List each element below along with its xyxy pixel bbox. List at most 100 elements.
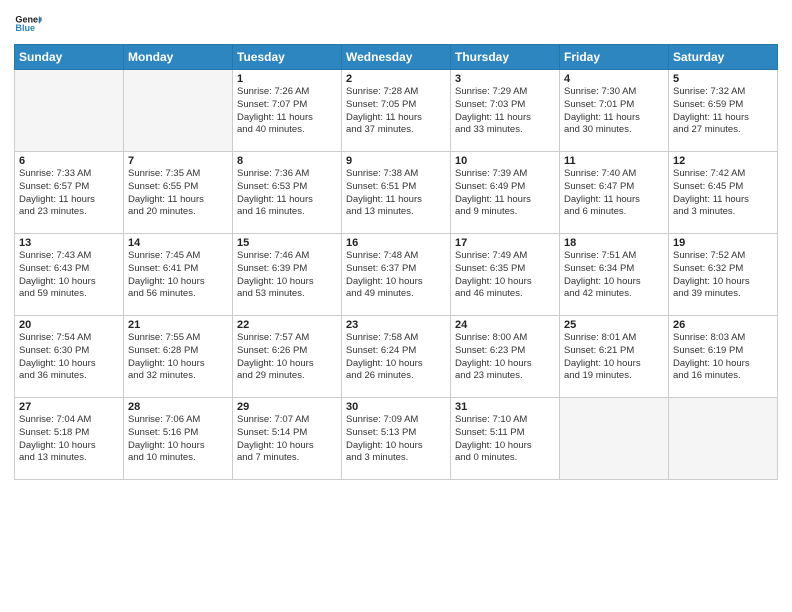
weekday-header-cell: Monday: [124, 45, 233, 70]
day-detail: Sunrise: 7:04 AM Sunset: 5:18 PM Dayligh…: [19, 414, 119, 465]
calendar-cell: 18Sunrise: 7:51 AM Sunset: 6:34 PM Dayli…: [560, 234, 669, 316]
day-number: 21: [128, 319, 228, 331]
day-number: 16: [346, 237, 446, 249]
day-number: 14: [128, 237, 228, 249]
calendar-cell: 21Sunrise: 7:55 AM Sunset: 6:28 PM Dayli…: [124, 316, 233, 398]
calendar-cell: 3Sunrise: 7:29 AM Sunset: 7:03 PM Daylig…: [451, 70, 560, 152]
day-number: 5: [673, 73, 773, 85]
day-detail: Sunrise: 7:09 AM Sunset: 5:13 PM Dayligh…: [346, 414, 446, 465]
weekday-header-cell: Sunday: [15, 45, 124, 70]
calendar-cell: 23Sunrise: 7:58 AM Sunset: 6:24 PM Dayli…: [342, 316, 451, 398]
day-detail: Sunrise: 7:45 AM Sunset: 6:41 PM Dayligh…: [128, 250, 228, 301]
calendar-body: 1Sunrise: 7:26 AM Sunset: 7:07 PM Daylig…: [15, 70, 778, 480]
weekday-header-cell: Tuesday: [233, 45, 342, 70]
calendar-cell: 12Sunrise: 7:42 AM Sunset: 6:45 PM Dayli…: [669, 152, 778, 234]
calendar-cell: 1Sunrise: 7:26 AM Sunset: 7:07 PM Daylig…: [233, 70, 342, 152]
day-detail: Sunrise: 7:26 AM Sunset: 7:07 PM Dayligh…: [237, 86, 337, 137]
calendar-table: SundayMondayTuesdayWednesdayThursdayFrid…: [14, 44, 778, 480]
weekday-header-cell: Thursday: [451, 45, 560, 70]
day-detail: Sunrise: 8:03 AM Sunset: 6:19 PM Dayligh…: [673, 332, 773, 383]
calendar-cell: 4Sunrise: 7:30 AM Sunset: 7:01 PM Daylig…: [560, 70, 669, 152]
day-detail: Sunrise: 7:33 AM Sunset: 6:57 PM Dayligh…: [19, 168, 119, 219]
day-detail: Sunrise: 7:35 AM Sunset: 6:55 PM Dayligh…: [128, 168, 228, 219]
day-detail: Sunrise: 7:39 AM Sunset: 6:49 PM Dayligh…: [455, 168, 555, 219]
calendar-cell: 27Sunrise: 7:04 AM Sunset: 5:18 PM Dayli…: [15, 398, 124, 480]
day-number: 31: [455, 401, 555, 413]
calendar-cell: 28Sunrise: 7:06 AM Sunset: 5:16 PM Dayli…: [124, 398, 233, 480]
day-detail: Sunrise: 7:57 AM Sunset: 6:26 PM Dayligh…: [237, 332, 337, 383]
logo-icon: General Blue: [14, 10, 42, 38]
day-number: 27: [19, 401, 119, 413]
calendar-cell: 8Sunrise: 7:36 AM Sunset: 6:53 PM Daylig…: [233, 152, 342, 234]
calendar-cell: 29Sunrise: 7:07 AM Sunset: 5:14 PM Dayli…: [233, 398, 342, 480]
calendar-cell: [124, 70, 233, 152]
day-number: 28: [128, 401, 228, 413]
day-number: 11: [564, 155, 664, 167]
day-number: 25: [564, 319, 664, 331]
logo: General Blue: [14, 10, 42, 38]
calendar-cell: [15, 70, 124, 152]
day-number: 4: [564, 73, 664, 85]
day-detail: Sunrise: 7:48 AM Sunset: 6:37 PM Dayligh…: [346, 250, 446, 301]
calendar-week-row: 13Sunrise: 7:43 AM Sunset: 6:43 PM Dayli…: [15, 234, 778, 316]
day-detail: Sunrise: 7:30 AM Sunset: 7:01 PM Dayligh…: [564, 86, 664, 137]
calendar-cell: 5Sunrise: 7:32 AM Sunset: 6:59 PM Daylig…: [669, 70, 778, 152]
day-number: 6: [19, 155, 119, 167]
calendar-cell: 17Sunrise: 7:49 AM Sunset: 6:35 PM Dayli…: [451, 234, 560, 316]
day-detail: Sunrise: 7:07 AM Sunset: 5:14 PM Dayligh…: [237, 414, 337, 465]
day-detail: Sunrise: 7:54 AM Sunset: 6:30 PM Dayligh…: [19, 332, 119, 383]
calendar-cell: 22Sunrise: 7:57 AM Sunset: 6:26 PM Dayli…: [233, 316, 342, 398]
calendar-cell: 16Sunrise: 7:48 AM Sunset: 6:37 PM Dayli…: [342, 234, 451, 316]
calendar-week-row: 27Sunrise: 7:04 AM Sunset: 5:18 PM Dayli…: [15, 398, 778, 480]
day-detail: Sunrise: 7:28 AM Sunset: 7:05 PM Dayligh…: [346, 86, 446, 137]
calendar-cell: 9Sunrise: 7:38 AM Sunset: 6:51 PM Daylig…: [342, 152, 451, 234]
weekday-header-cell: Saturday: [669, 45, 778, 70]
calendar-cell: 31Sunrise: 7:10 AM Sunset: 5:11 PM Dayli…: [451, 398, 560, 480]
day-detail: Sunrise: 7:58 AM Sunset: 6:24 PM Dayligh…: [346, 332, 446, 383]
calendar-week-row: 6Sunrise: 7:33 AM Sunset: 6:57 PM Daylig…: [15, 152, 778, 234]
day-number: 20: [19, 319, 119, 331]
day-number: 19: [673, 237, 773, 249]
calendar-cell: 20Sunrise: 7:54 AM Sunset: 6:30 PM Dayli…: [15, 316, 124, 398]
day-number: 29: [237, 401, 337, 413]
day-detail: Sunrise: 7:29 AM Sunset: 7:03 PM Dayligh…: [455, 86, 555, 137]
calendar-cell: [669, 398, 778, 480]
day-number: 8: [237, 155, 337, 167]
day-number: 3: [455, 73, 555, 85]
day-detail: Sunrise: 7:32 AM Sunset: 6:59 PM Dayligh…: [673, 86, 773, 137]
calendar-cell: [560, 398, 669, 480]
calendar-cell: 6Sunrise: 7:33 AM Sunset: 6:57 PM Daylig…: [15, 152, 124, 234]
weekday-header-row: SundayMondayTuesdayWednesdayThursdayFrid…: [15, 45, 778, 70]
calendar-cell: 24Sunrise: 8:00 AM Sunset: 6:23 PM Dayli…: [451, 316, 560, 398]
day-number: 22: [237, 319, 337, 331]
day-number: 15: [237, 237, 337, 249]
calendar-cell: 2Sunrise: 7:28 AM Sunset: 7:05 PM Daylig…: [342, 70, 451, 152]
day-detail: Sunrise: 7:46 AM Sunset: 6:39 PM Dayligh…: [237, 250, 337, 301]
calendar-cell: 13Sunrise: 7:43 AM Sunset: 6:43 PM Dayli…: [15, 234, 124, 316]
day-number: 24: [455, 319, 555, 331]
calendar-cell: 30Sunrise: 7:09 AM Sunset: 5:13 PM Dayli…: [342, 398, 451, 480]
day-number: 18: [564, 237, 664, 249]
day-detail: Sunrise: 7:51 AM Sunset: 6:34 PM Dayligh…: [564, 250, 664, 301]
calendar-cell: 15Sunrise: 7:46 AM Sunset: 6:39 PM Dayli…: [233, 234, 342, 316]
page: General Blue SundayMondayTuesdayWednesda…: [0, 0, 792, 612]
calendar-cell: 14Sunrise: 7:45 AM Sunset: 6:41 PM Dayli…: [124, 234, 233, 316]
day-detail: Sunrise: 7:10 AM Sunset: 5:11 PM Dayligh…: [455, 414, 555, 465]
day-detail: Sunrise: 7:40 AM Sunset: 6:47 PM Dayligh…: [564, 168, 664, 219]
calendar-cell: 26Sunrise: 8:03 AM Sunset: 6:19 PM Dayli…: [669, 316, 778, 398]
day-detail: Sunrise: 7:49 AM Sunset: 6:35 PM Dayligh…: [455, 250, 555, 301]
weekday-header-cell: Friday: [560, 45, 669, 70]
calendar-cell: 7Sunrise: 7:35 AM Sunset: 6:55 PM Daylig…: [124, 152, 233, 234]
day-number: 23: [346, 319, 446, 331]
day-number: 13: [19, 237, 119, 249]
day-number: 7: [128, 155, 228, 167]
calendar-week-row: 20Sunrise: 7:54 AM Sunset: 6:30 PM Dayli…: [15, 316, 778, 398]
day-detail: Sunrise: 8:01 AM Sunset: 6:21 PM Dayligh…: [564, 332, 664, 383]
day-detail: Sunrise: 7:06 AM Sunset: 5:16 PM Dayligh…: [128, 414, 228, 465]
day-number: 17: [455, 237, 555, 249]
svg-text:Blue: Blue: [15, 23, 35, 33]
day-number: 26: [673, 319, 773, 331]
day-detail: Sunrise: 7:55 AM Sunset: 6:28 PM Dayligh…: [128, 332, 228, 383]
day-number: 12: [673, 155, 773, 167]
weekday-header-cell: Wednesday: [342, 45, 451, 70]
